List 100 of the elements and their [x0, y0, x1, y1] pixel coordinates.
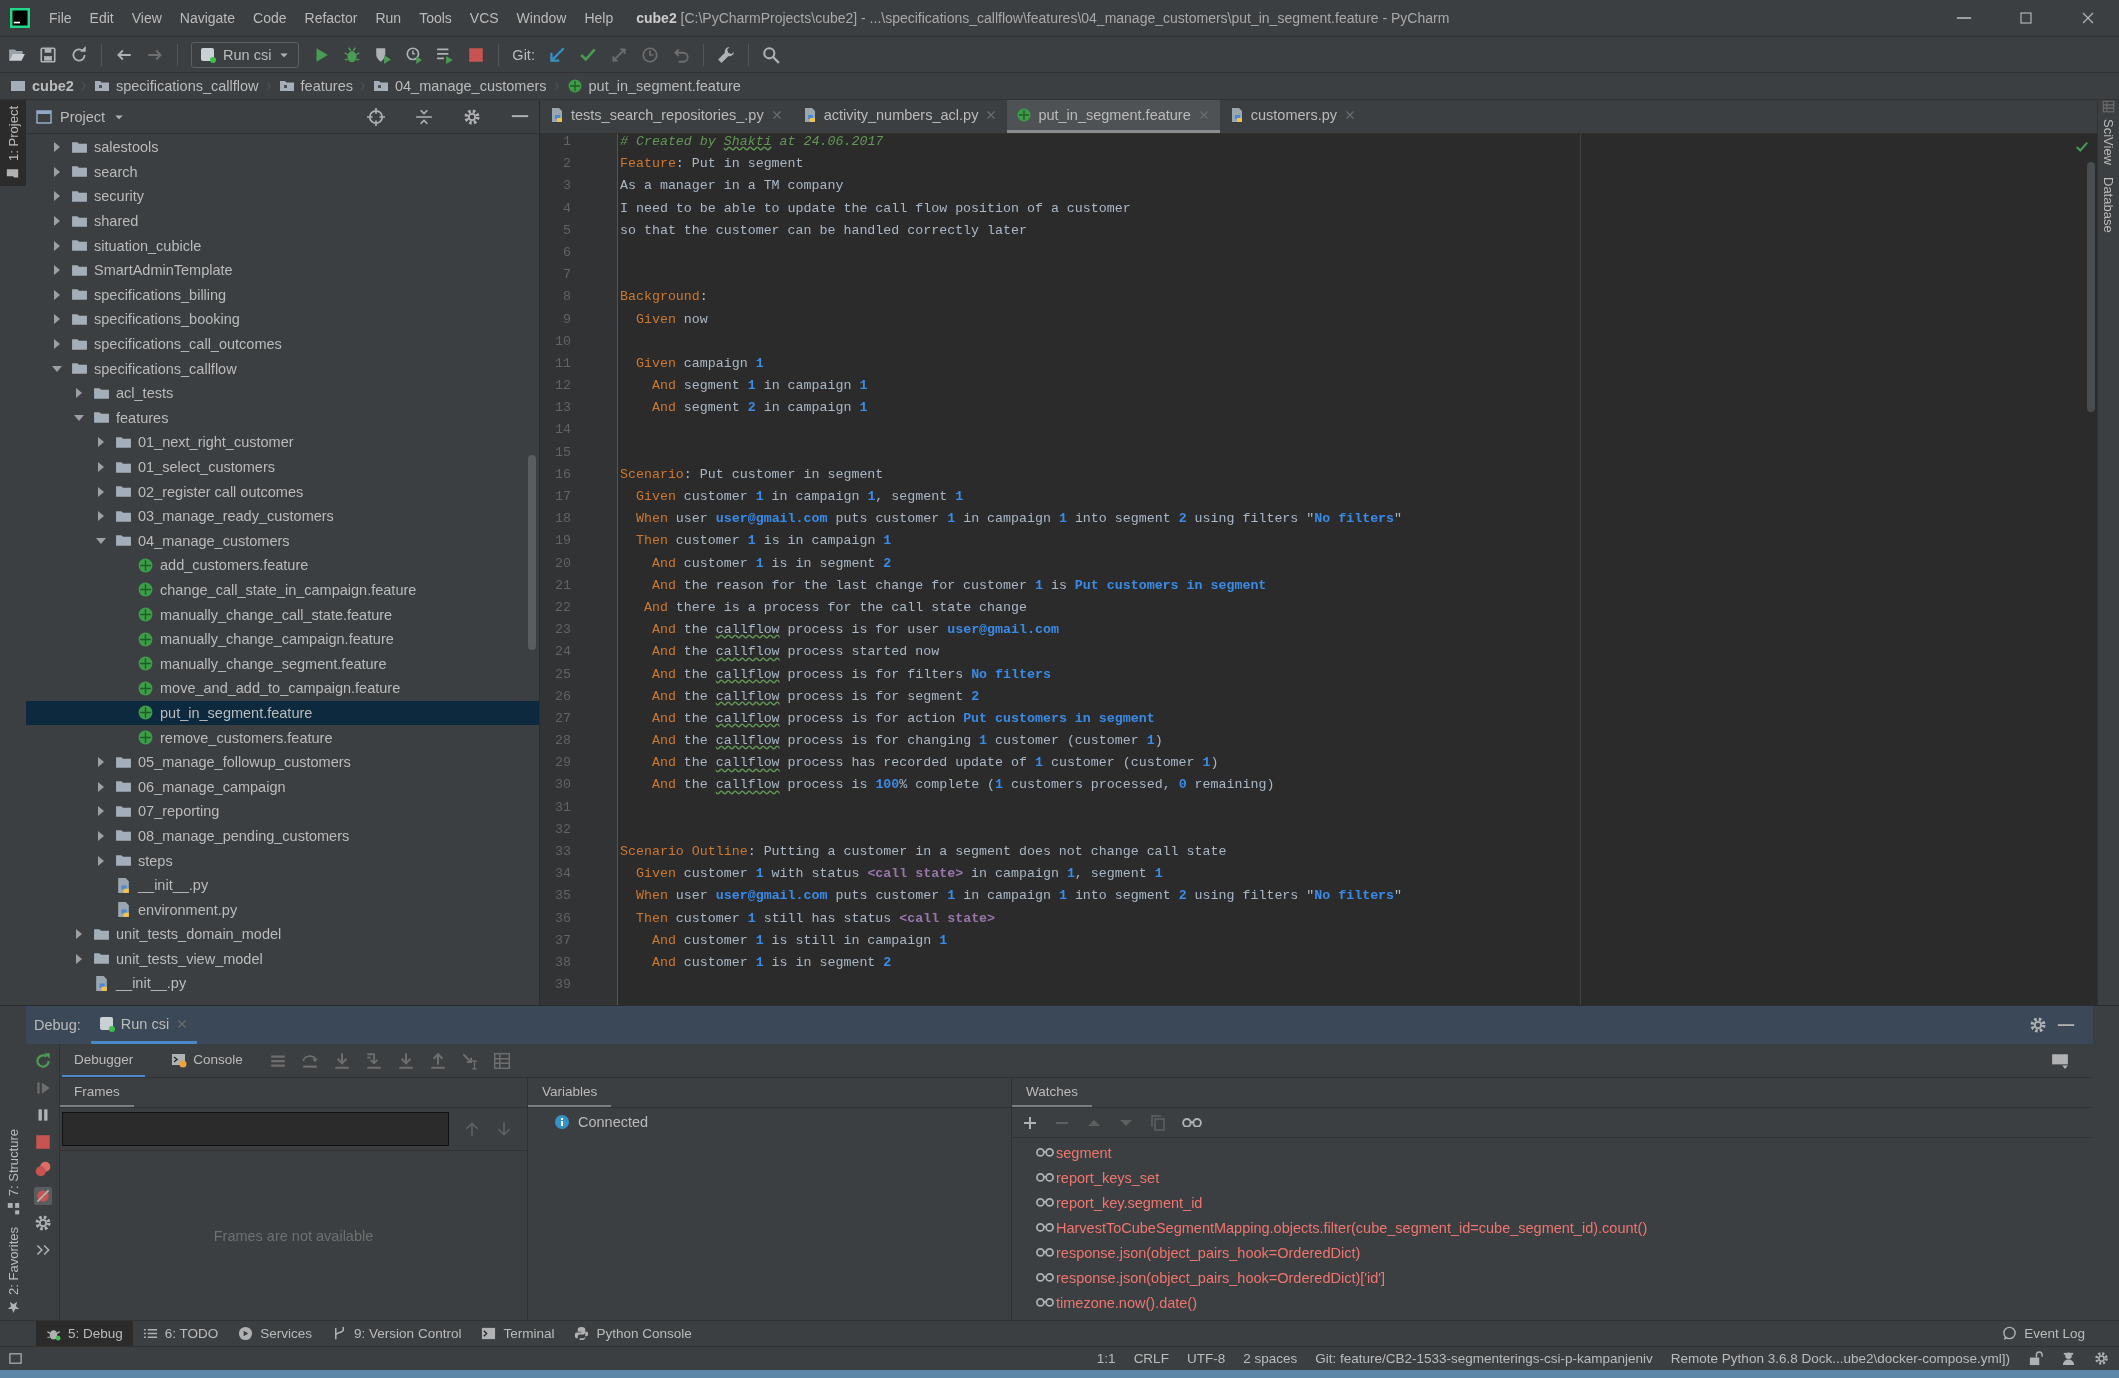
frames-field[interactable] [62, 1112, 449, 1146]
panel-tab[interactable]: Frames [60, 1078, 134, 1107]
stop-icon[interactable] [33, 1133, 52, 1151]
status-item[interactable]: UTF-8 [1186, 1351, 1226, 1366]
debug-session-tab[interactable]: Run csi [90, 1006, 198, 1044]
breadcrumb[interactable]: cube2 [10, 78, 74, 94]
layout-icon[interactable] [2051, 1051, 2069, 1070]
minimize-icon[interactable] [2057, 1023, 2075, 1027]
status-item[interactable]: Git: feature/CB2-1533-segmenterings-csi-p-kampanjeniv [1315, 1351, 1653, 1366]
menu-item[interactable]: Refactor [295, 10, 367, 26]
tree-item[interactable]: 08_manage_pending_customers [26, 823, 539, 849]
status-item[interactable]: 1:1 [1096, 1351, 1116, 1366]
menu-item[interactable]: Help [575, 10, 623, 26]
collapse-all-icon[interactable] [415, 107, 433, 126]
tree-item[interactable]: specifications_call_outcomes [26, 331, 539, 357]
tree-item[interactable]: SmartAdminTemplate [26, 257, 539, 283]
clock-icon[interactable] [640, 45, 659, 64]
tree-item[interactable]: __init__.py [26, 872, 539, 898]
tool-window-tab[interactable]: 5: Debug [36, 1321, 133, 1346]
save-icon[interactable] [39, 45, 57, 64]
editor-tab[interactable]: activity_numbers_acl.py [792, 100, 1008, 133]
debugger-tab[interactable]: Debugger [62, 1044, 146, 1077]
panel-title[interactable]: Project [60, 108, 106, 125]
panel-tab[interactable]: Watches [1012, 1078, 1093, 1107]
tool-window-tab[interactable]: 2: Favorites [5, 1221, 21, 1320]
editor-tab[interactable]: put_in_segment.feature [1007, 100, 1220, 133]
scrollbar-thumb[interactable] [2087, 162, 2095, 412]
tree-item[interactable]: remove_customers.feature [26, 725, 539, 750]
gear-icon[interactable] [2094, 1351, 2109, 1366]
status-item[interactable]: Remote Python 3.6.8 Dock...ube2\docker-compose.yml]) [1670, 1351, 2010, 1366]
tree-item[interactable]: specifications_billing [26, 282, 539, 308]
shield-run-icon[interactable] [374, 45, 393, 64]
tree-item[interactable]: 06_manage_campaign [26, 774, 539, 800]
menu-item[interactable]: Navigate [170, 10, 245, 26]
plus-icon[interactable] [1022, 1114, 1038, 1131]
tree-item[interactable]: __init__.py [26, 971, 539, 996]
menu-item[interactable]: VCS [460, 10, 508, 26]
person-icon[interactable] [2061, 1351, 2076, 1366]
menu-item[interactable]: View [122, 10, 171, 26]
gear-icon[interactable] [33, 1214, 52, 1232]
clock-run-icon[interactable] [405, 45, 424, 64]
tool-window-tab[interactable]: 7: Structure [5, 1122, 21, 1222]
menu-item[interactable]: File [40, 10, 81, 26]
tree-item[interactable]: 07_reporting [26, 799, 539, 824]
watch-expression[interactable]: report_keys_set [1056, 1169, 1160, 1186]
tree-item[interactable]: 01_next_right_customer [26, 430, 539, 455]
tree-item[interactable]: 01_select_customers [26, 454, 539, 480]
lock-icon[interactable] [2028, 1351, 2043, 1366]
update-arrow-icon[interactable] [547, 45, 566, 64]
panel-tab[interactable]: Variables [528, 1078, 612, 1107]
breadcrumb[interactable]: put_in_segment.feature [566, 78, 741, 94]
tree-item[interactable]: salestools [26, 135, 539, 160]
event-log-button[interactable]: Event Log [1992, 1321, 2095, 1346]
tree-item[interactable]: manually_change_segment.feature [26, 651, 539, 677]
tool-window-tab[interactable]: SciView [2101, 113, 2116, 171]
tree-item[interactable]: add_customers.feature [26, 553, 539, 578]
watch-expression[interactable]: response.json(object_pairs_hook=OrderedDict) [1056, 1244, 1361, 1261]
gear-icon[interactable] [2029, 1016, 2047, 1034]
watch-expression[interactable]: report_key.segment_id [1056, 1194, 1203, 1211]
menu-item[interactable]: Tools [410, 10, 461, 26]
tree-item[interactable]: 04_manage_customers [26, 528, 539, 554]
bug-icon[interactable] [343, 45, 362, 64]
tree-item[interactable]: 03_manage_ready_customers [26, 503, 539, 529]
target-icon[interactable] [367, 107, 385, 126]
tree-item[interactable]: put_in_segment.feature [26, 700, 539, 726]
tree-item[interactable]: acl_tests [26, 380, 539, 406]
cursor-arrow-icon[interactable] [460, 1051, 479, 1070]
diagonal-arrows-icon[interactable] [609, 45, 628, 64]
tree-item[interactable]: 02_register call outcomes [26, 479, 539, 504]
watch-expression[interactable]: timezone.now().date() [1056, 1294, 1198, 1311]
menu-item[interactable]: Window [507, 10, 576, 26]
step-into-icon[interactable] [332, 1051, 351, 1070]
tool-window-tab[interactable]: Services [228, 1321, 323, 1346]
table-icon[interactable] [492, 1051, 511, 1070]
tree-item[interactable]: situation_cubicle [26, 233, 539, 258]
tree-item[interactable]: manually_change_campaign.feature [26, 626, 539, 652]
breadcrumb[interactable]: specifications_callflow [93, 78, 259, 94]
minimize-icon[interactable] [511, 115, 529, 118]
tree-item[interactable]: specifications_booking [26, 307, 539, 332]
tree-item[interactable]: 05_manage_followup_customers [26, 749, 539, 775]
editor-tab[interactable]: tests_search_repositories_.py [540, 100, 793, 133]
menu-item[interactable]: Run [366, 10, 411, 26]
watch-expression[interactable]: segment [1056, 1144, 1112, 1161]
sync-icon[interactable] [70, 45, 88, 64]
tree-item[interactable]: manually_change_call_state.feature [26, 602, 539, 627]
debugger-tab[interactable]: Console [159, 1044, 255, 1077]
menu-item[interactable]: Code [244, 10, 296, 26]
muted-breakpoint-icon[interactable] [33, 1187, 52, 1205]
tree-item[interactable]: security [26, 184, 539, 209]
tree-item[interactable]: shared [26, 208, 539, 234]
lines-run-icon[interactable] [436, 45, 455, 64]
tree-item[interactable]: specifications_callflow [26, 356, 539, 381]
run-configuration-dropdown[interactable]: Run csi [191, 41, 300, 68]
tree-item[interactable]: change_call_state_in_campaign.feature [26, 577, 539, 603]
watch-expression[interactable]: HarvestToCubeSegmentMapping.objects.filter(cube_segment_id=cube_segment_id).count() [1056, 1219, 1648, 1236]
rerun-icon[interactable] [33, 1052, 52, 1070]
wrench-icon[interactable] [716, 45, 735, 64]
stop-icon[interactable] [467, 45, 486, 64]
tree-item[interactable]: search [26, 159, 539, 185]
tree-item[interactable]: unit_tests_domain_model [26, 922, 539, 947]
